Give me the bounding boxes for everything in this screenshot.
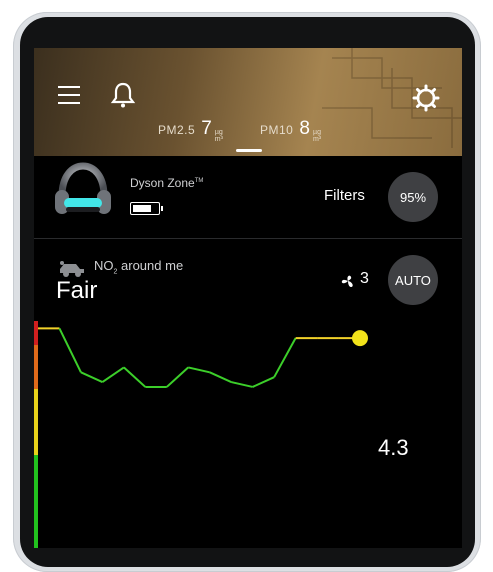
line-segment <box>101 366 125 383</box>
page-indicator <box>236 149 262 152</box>
auto-mode-button[interactable]: AUTO <box>388 255 438 305</box>
current-reading-value: 4.3 <box>378 435 409 460</box>
settings-gear-icon[interactable] <box>412 84 440 112</box>
filters-level-button[interactable]: 95% <box>388 172 438 222</box>
line-segment <box>166 366 189 388</box>
scale-band-red <box>34 321 38 345</box>
pm10-label: PM10 <box>260 123 294 137</box>
battery-icon <box>130 202 163 215</box>
menu-icon[interactable] <box>58 86 80 104</box>
device-name: Dyson ZoneTM <box>130 176 204 190</box>
pm25-value: 7 <box>201 118 212 139</box>
line-segment <box>252 376 275 388</box>
device-row[interactable]: Dyson ZoneTM Filters 95% <box>34 156 462 239</box>
air-quality-section: NO2 around me Fair 3 AUTO 4.3 <box>34 239 462 548</box>
current-reading-marker <box>352 330 368 347</box>
pollutant-label: NO2 around me <box>94 258 184 276</box>
filters-label: Filters <box>324 187 365 204</box>
header-banner: PM2.5 7 µg m³ PM10 8 µg m³ <box>34 48 462 156</box>
line-segment <box>209 371 232 383</box>
app-screen: PM2.5 7 µg m³ PM10 8 µg m³ Dyson ZoneTM … <box>34 48 462 548</box>
scale-band-green <box>34 455 38 548</box>
pm10-reading: PM10 8 µg m³ <box>260 118 321 143</box>
pm10-unit: µg m³ <box>312 129 322 143</box>
pm10-value: 8 <box>299 118 310 139</box>
line-segment <box>273 337 297 378</box>
circuit-pattern <box>322 48 462 148</box>
no2-line-series <box>38 327 360 388</box>
line-segment <box>80 371 103 383</box>
line-segment <box>58 327 82 373</box>
line-segment <box>123 366 147 388</box>
battery-fill <box>133 205 151 212</box>
fan-speed-value: 3 <box>360 270 369 287</box>
pm25-unit: µg m³ <box>214 129 223 143</box>
fan-icon <box>341 275 353 287</box>
pm25-label: PM2.5 <box>158 123 196 137</box>
scale-band-yellow <box>34 389 38 455</box>
air-quality-status: Fair <box>56 277 98 304</box>
bell-icon[interactable] <box>110 81 136 109</box>
line-segment <box>188 366 210 374</box>
car-icon <box>60 261 84 277</box>
scale-band-orange <box>34 345 38 389</box>
headphones-visor-icon <box>55 162 111 214</box>
line-segment <box>230 381 253 388</box>
pm25-reading: PM2.5 7 µg m³ <box>158 118 223 143</box>
